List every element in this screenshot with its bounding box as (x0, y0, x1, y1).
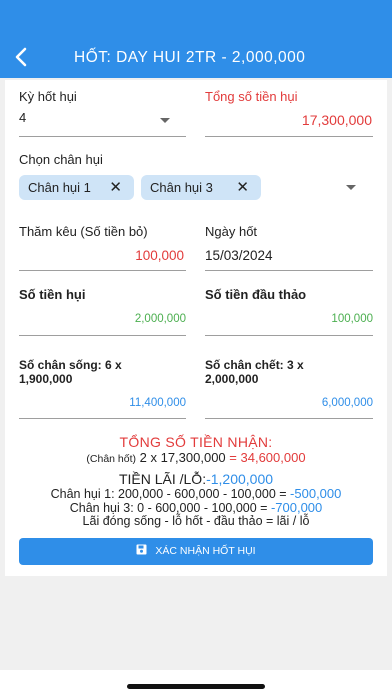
ngay-hot-underline (205, 270, 373, 271)
so-chan-chet-value: 6,000,000 (321, 397, 373, 409)
tong-nhan-prefix: (Chân hốt) (86, 453, 137, 465)
chon-chan-label: Chọn chân hụi (19, 152, 103, 167)
ngay-hot-input[interactable]: 15/03/2024 (205, 248, 273, 263)
so-chan-chet-underline (205, 418, 373, 419)
chan3-value: -700,000 (270, 500, 323, 515)
ky-hot-select[interactable]: 4 (19, 110, 26, 125)
back-arrow-icon[interactable] (10, 44, 34, 70)
tong-so-tien-underline (205, 136, 373, 137)
so-tien-dau-thao-label: Số tiền đầu thảo (205, 287, 307, 302)
chevron-down-icon[interactable] (346, 185, 356, 190)
so-chan-song-label-1: Số chân sống: 6 x (19, 358, 122, 372)
tham-keu-underline (19, 270, 186, 271)
chip-chan-hui-3[interactable]: Chân hụi 3 ✕ (141, 175, 261, 200)
lai-lo-value: -1,200,000 (206, 471, 274, 487)
formula-note: Lãi đóng sống - lỗ hốt - đầu thảo = lãi … (82, 514, 310, 528)
page-title: HỐT: DAY HUI 2TR - 2,000,000 (74, 49, 306, 66)
chip-label: Chân hụi 3 (150, 180, 213, 195)
tham-keu-label: Thăm kêu (Số tiền bỏ) (19, 224, 148, 239)
bottom-safe-area (0, 670, 392, 696)
lai-lo-row: TIỀN LÃI /LỖ:-1,200,000 (0, 471, 392, 487)
confirm-hot-button[interactable]: XÁC NHẬN HỐT HỤI (19, 538, 373, 565)
chan1-value: -500,000 (290, 486, 342, 501)
chan3-label: Chân hụi 3: 0 - 600,000 - 100,000 = (69, 501, 268, 515)
so-chan-chet-label-2: 2,000,000 (205, 372, 259, 386)
chip-chan-hui-1[interactable]: Chân hụi 1 ✕ (19, 175, 134, 200)
chan1-label: Chân hụi 1: 200,000 - 600,000 - 100,000 … (50, 487, 287, 501)
lai-lo-label: TIỀN LÃI /LỖ: (118, 471, 207, 487)
tong-so-tien-value[interactable]: 17,300,000 (302, 112, 372, 128)
chip-label: Chân hụi 1 (28, 180, 91, 195)
so-chan-chet-label-1: Số chân chết: 3 x (205, 358, 304, 372)
home-indicator (127, 684, 265, 689)
ky-hot-label: Kỳ hốt hụi (19, 89, 77, 104)
tham-keu-input[interactable]: 100,000 (135, 248, 184, 263)
tong-nhan-result: = 34,600,000 (229, 450, 306, 465)
tong-nhan-formula: 2 x 17,300,000 (139, 450, 226, 465)
ngay-hot-label: Ngày hốt (205, 224, 258, 239)
so-tien-hui-label: Số tiền hụi (19, 287, 86, 302)
so-tien-dau-thao-underline (205, 335, 373, 336)
tong-nhan-title: TỔNG SỐ TIỀN NHẬN: (119, 434, 273, 450)
chan1-row: Chân hụi 1: 200,000 - 600,000 - 100,000 … (0, 486, 392, 501)
so-chan-song-underline (19, 418, 186, 419)
save-icon (136, 539, 147, 555)
so-chan-song-label-2: 1,900,000 (19, 372, 73, 386)
close-icon[interactable]: ✕ (236, 175, 249, 200)
ky-hot-underline (19, 136, 186, 137)
app-header: HỐT: DAY HUI 2TR - 2,000,000 (0, 0, 392, 78)
so-tien-hui-underline (19, 335, 186, 336)
chevron-down-icon[interactable] (160, 118, 170, 123)
chan3-row: Chân hụi 3: 0 - 600,000 - 100,000 = -700… (0, 500, 392, 515)
tong-so-tien-label: Tổng số tiền hụi (205, 89, 298, 104)
so-tien-dau-thao-value: 100,000 (331, 313, 373, 325)
tong-nhan-row: (Chân hốt) 2 x 17,300,000 = 34,600,000 (0, 450, 392, 465)
so-tien-hui-value: 2,000,000 (134, 313, 186, 325)
close-icon[interactable]: ✕ (109, 175, 122, 200)
so-chan-song-value: 11,400,000 (129, 397, 186, 409)
confirm-label: XÁC NHẬN HỐT HỤI (155, 545, 256, 557)
